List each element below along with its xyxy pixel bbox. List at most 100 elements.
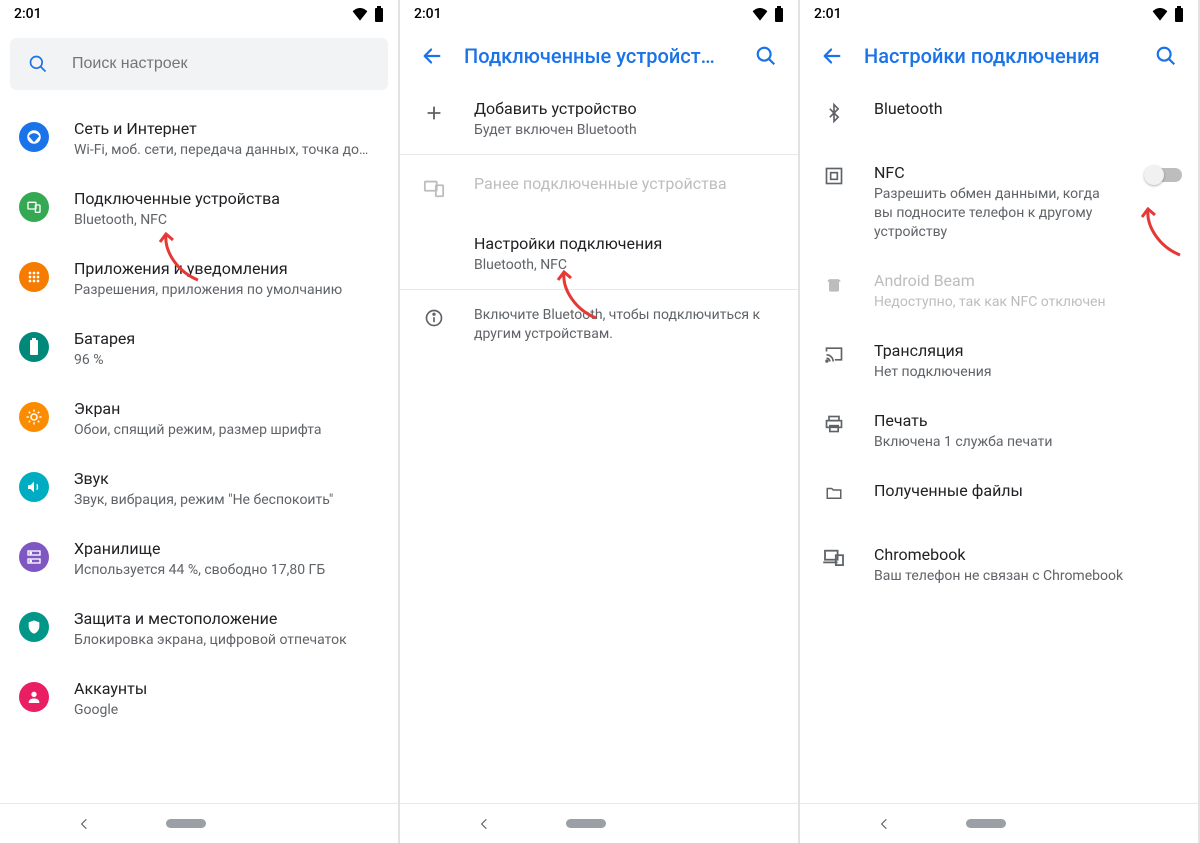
item-title: Bluetooth [874,98,1182,120]
app-bar: Подключенные устройст… [400,28,798,84]
home-pill[interactable] [966,819,1006,828]
settings-item-connected-devices[interactable]: Подключенные устройства Bluetooth, NFC [0,174,398,244]
account-circle-icon [19,682,49,712]
print-icon [818,410,850,434]
item-subtitle: Bluetooth, NFC [74,211,382,230]
pair-new-device[interactable]: Добавить устройство Будет включен Blueto… [400,84,798,154]
item-subtitle: Wi-Fi, моб. сети, передача данных, точка… [74,141,382,160]
battery-icon [374,6,384,22]
pref-received-files[interactable]: Полученные файлы [800,466,1198,530]
page-title: Настройки подключения [856,44,1142,68]
settings-item-display[interactable]: Экран Обои, спящий режим, размер шрифта [0,384,398,454]
navigation-bar [800,803,1198,843]
item-subtitle: Ваш телефон не связан с Chromebook [874,567,1182,586]
item-title: Батарея [74,328,382,350]
pref-nfc[interactable]: NFC Разрешить обмен данными, когда вы по… [800,148,1198,256]
app-bar: Настройки подключения [800,28,1198,84]
item-subtitle: Включена 1 служба печати [874,433,1182,452]
pref-print[interactable]: Печать Включена 1 служба печати [800,396,1198,466]
item-subtitle: Будет включен Bluetooth [474,121,782,140]
home-pill[interactable] [166,819,206,828]
shield-circle-icon [19,612,49,642]
item-subtitle: Разрешения, приложения по умолчанию [74,281,382,300]
wifi-icon [352,7,368,21]
nfc-icon [818,162,850,186]
storage-circle-icon [19,542,49,572]
item-title: Сеть и Интернет [74,118,382,140]
battery-circle-icon [19,332,49,362]
info-row: Включите Bluetooth, чтобы подключиться к… [400,290,798,360]
home-pill[interactable] [566,819,606,828]
item-title: Защита и местоположение [74,608,382,630]
status-time: 2:01 [414,6,442,22]
item-title: NFC [874,162,1122,184]
connection-preferences[interactable]: Настройки подключения Bluetooth, NFC [400,219,798,289]
apps-circle-icon [19,262,49,292]
status-bar: 2:01 [800,0,1198,28]
sound-circle-icon [19,472,49,502]
chromebook-icon [818,544,850,566]
connected-devices-pane: 2:01 Подключенные устройст… Добавить уст… [400,0,800,843]
item-title: Хранилище [74,538,382,560]
devices-circle-icon [19,192,49,222]
settings-item-network[interactable]: Сеть и Интернет Wi-Fi, моб. сети, переда… [0,104,398,174]
cast-icon [818,340,850,364]
item-title: Настройки подключения [474,233,782,255]
battery-icon [774,6,784,22]
search-icon [28,54,48,74]
battery-icon [1174,6,1184,22]
settings-item-sound[interactable]: Звук Звук, вибрация, режим "Не беспокоит… [0,454,398,524]
item-subtitle: Блокировка экрана, цифровой отпечаток [74,631,382,650]
back-nav-icon[interactable] [77,817,91,831]
back-nav-icon[interactable] [877,817,891,831]
info-icon [418,306,450,344]
navigation-bar [400,803,798,843]
previously-connected[interactable]: Ранее подключенные устройства [400,155,798,219]
settings-item-security[interactable]: Защита и местоположение Блокировка экран… [0,594,398,664]
info-text: Включите Bluetooth, чтобы подключиться к… [474,306,780,344]
item-title: Трансляция [874,340,1182,362]
wifi-circle-icon [19,122,49,152]
settings-item-storage[interactable]: Хранилище Используется 44 %, свободно 17… [0,524,398,594]
back-button[interactable] [808,32,856,80]
pref-cast[interactable]: Трансляция Нет подключения [800,326,1198,396]
search-input[interactable] [72,55,370,73]
item-title: Chromebook [874,544,1182,566]
back-nav-icon[interactable] [477,817,491,831]
item-title: Добавить устройство [474,98,782,120]
status-time: 2:01 [14,6,42,22]
settings-main-pane: 2:01 Сеть и Интернет Wi-Fi, моб. сети, п… [0,0,400,843]
search-button[interactable] [742,32,790,80]
item-title: Экран [74,398,382,420]
android-icon [818,270,850,296]
settings-item-apps[interactable]: Приложения и уведомления Разрешения, при… [0,244,398,314]
status-bar: 2:01 [400,0,798,28]
item-title: Подключенные устройства [74,188,382,210]
status-time: 2:01 [814,6,842,22]
settings-item-battery[interactable]: Батарея 96 % [0,314,398,384]
connection-prefs-pane: 2:01 Настройки подключения Bluetooth NFC… [800,0,1200,843]
item-subtitle: Google [74,701,382,720]
settings-item-accounts[interactable]: Аккаунты Google [0,664,398,734]
status-bar: 2:01 [0,0,398,28]
pref-android-beam: Android Beam Недоступно, так как NFC отк… [800,256,1198,326]
item-subtitle: Обои, спящий режим, размер шрифта [74,421,382,440]
pref-chromebook[interactable]: Chromebook Ваш телефон не связан с Chrom… [800,530,1198,600]
item-subtitle: Разрешить обмен данными, когда вы поднос… [874,185,1122,242]
item-title: Android Beam [874,270,1182,292]
item-subtitle: Недоступно, так как NFC отключен [874,293,1182,312]
folder-icon [818,480,850,502]
back-button[interactable] [408,32,456,80]
category-label: Ранее подключенные устройства [474,173,782,195]
item-subtitle: Звук, вибрация, режим "Не беспокоить" [74,491,382,510]
bluetooth-icon [818,98,850,124]
plus-icon [418,98,450,124]
page-title: Подключенные устройст… [456,44,742,68]
wifi-icon [1152,7,1168,21]
nfc-toggle[interactable] [1146,168,1182,182]
wifi-icon [752,7,768,21]
pref-bluetooth[interactable]: Bluetooth [800,84,1198,148]
search-bar[interactable] [10,38,388,90]
item-subtitle: Нет подключения [874,363,1182,382]
search-button[interactable] [1142,32,1190,80]
